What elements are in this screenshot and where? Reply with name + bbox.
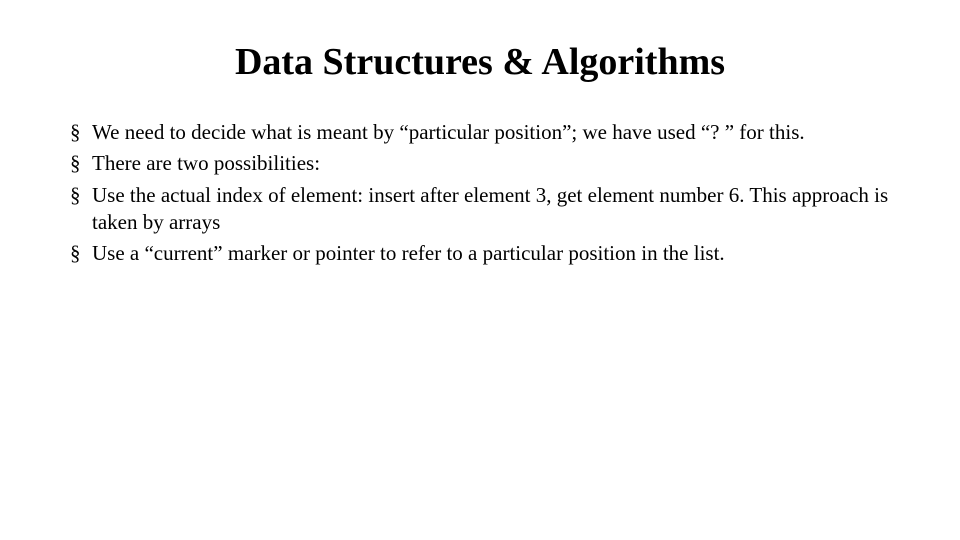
bullet-text: We need to decide what is meant by “part… bbox=[92, 120, 805, 144]
slide-title: Data Structures & Algorithms bbox=[70, 40, 890, 84]
bullet-text: Use the actual index of element: insert … bbox=[92, 183, 888, 234]
slide: Data Structures & Algorithms We need to … bbox=[0, 0, 960, 540]
sub-bullet-list: Use the actual index of element: insert … bbox=[70, 182, 890, 268]
list-item: Use the actual index of element: insert … bbox=[70, 182, 890, 237]
bullet-text: Use a “current” marker or pointer to ref… bbox=[92, 241, 725, 265]
list-item: We need to decide what is meant by “part… bbox=[70, 119, 890, 146]
bullet-text: There are two possibilities: bbox=[92, 151, 320, 175]
list-item: Use a “current” marker or pointer to ref… bbox=[70, 240, 890, 267]
bullet-list: We need to decide what is meant by “part… bbox=[70, 119, 890, 267]
list-item: There are two possibilities: bbox=[70, 150, 890, 177]
